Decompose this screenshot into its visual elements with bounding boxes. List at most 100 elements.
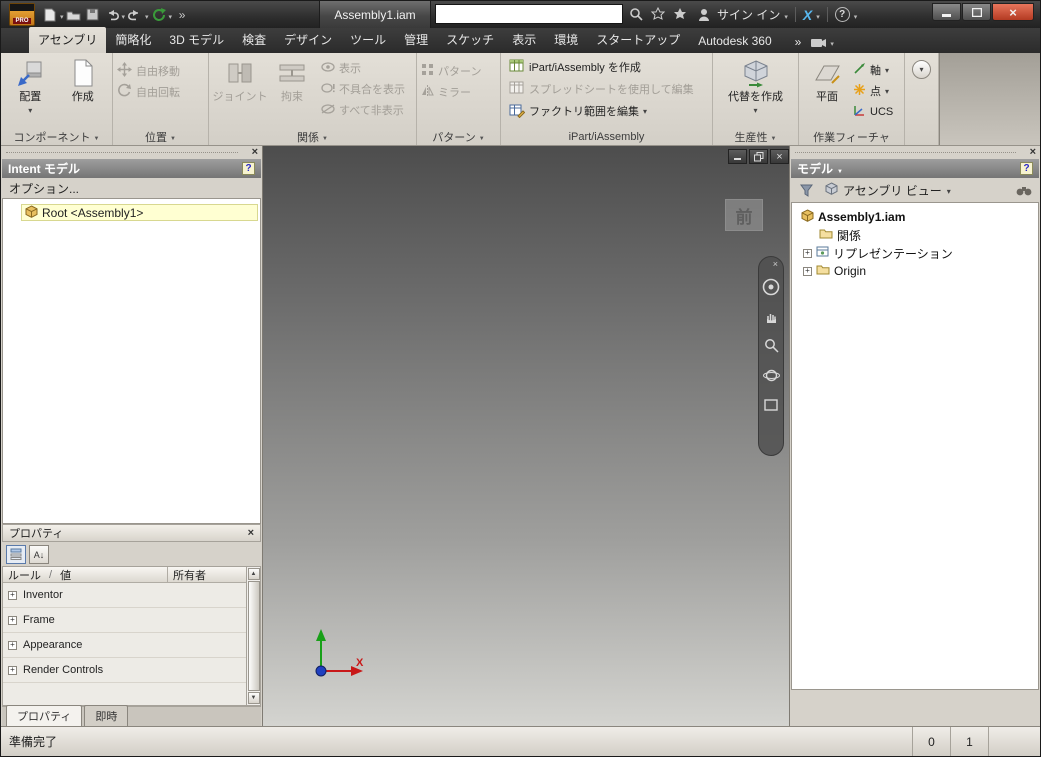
ribbon-minimize-toggle-icon[interactable] [912,60,931,79]
model-header[interactable]: モデル [791,159,1039,178]
help-dropdown-icon[interactable] [854,8,858,22]
joint-button[interactable]: ジョイント [213,56,268,128]
panel-title-productivity[interactable]: 生産性 [713,128,798,145]
mirror-button[interactable]: ミラー [421,82,496,102]
panel-title-work-features[interactable]: 作業フィーチャ [799,128,904,145]
point-button[interactable]: 点 [853,81,900,101]
properties-header[interactable]: プロパティ [2,524,261,542]
scroll-down-icon[interactable] [247,692,260,704]
model-panel-grip[interactable] [790,146,1040,159]
help-icon[interactable] [834,7,850,22]
tab-autodesk-360[interactable]: Autodesk 360 [689,30,780,53]
filter-button[interactable] [795,180,817,200]
navbar-close-icon[interactable] [773,260,778,269]
maximize-button[interactable] [962,3,991,21]
expand-icon[interactable] [8,640,17,650]
pan-hand-icon[interactable] [764,310,778,329]
tab-get-started[interactable]: スタートアップ [587,27,689,53]
open-button[interactable] [65,5,83,25]
constrain-button[interactable]: 拘束 [269,56,315,128]
model-help-icon[interactable] [1020,162,1033,175]
tab-overflow-icon[interactable]: » [795,35,802,49]
panel-title-ipart[interactable]: iPart/iAssembly [501,128,712,145]
plane-button[interactable]: 平面 [803,56,851,128]
panel-title-pattern[interactable]: パターン [417,128,500,145]
intent-close-icon[interactable] [252,147,258,158]
scroll-up-icon[interactable] [247,568,260,580]
pattern-button[interactable]: パターン [421,61,496,81]
view-selector-dropdown[interactable]: アセンブリ ビュー [822,181,1008,200]
tab-properties[interactable]: プロパティ [6,705,83,726]
prop-row-render-controls[interactable]: Render Controls [3,658,246,683]
redo-dropdown-icon[interactable] [145,6,149,24]
model-header-dropdown-icon[interactable] [837,162,843,176]
undo-dropdown-icon[interactable] [122,6,126,24]
expand-icon[interactable] [8,665,17,675]
prop-row-appearance[interactable]: Appearance [3,633,246,658]
look-at-icon[interactable] [764,398,778,416]
doc-minimize-button[interactable] [728,149,747,164]
properties-scrollbar[interactable] [246,566,261,706]
application-menu-button[interactable]: PRO [5,1,39,28]
axis-button[interactable]: 軸 [853,60,900,80]
qat-overflow-icon[interactable] [173,5,191,25]
intent-panel-grip[interactable] [1,146,262,159]
tab-tools[interactable]: ツール [341,27,395,53]
tab-sketch[interactable]: スケッチ [437,27,503,53]
place-button[interactable]: 配置 [5,56,56,128]
zoom-icon[interactable] [764,338,779,358]
search-icon[interactable] [627,5,645,23]
categorized-view-button[interactable] [6,544,26,564]
prop-row-inventor[interactable]: Inventor [3,583,246,608]
tab-3d-model[interactable]: 3D モデル [160,27,233,53]
panel-title-relationships[interactable]: 関係 [209,128,416,145]
tab-assembly[interactable]: アセンブリ [29,27,107,53]
tab-instant[interactable]: 即時 [84,705,129,726]
model-close-icon[interactable] [1030,147,1036,158]
exchange-apps-icon[interactable] [649,5,667,23]
expand-icon[interactable] [8,590,17,600]
scroll-thumb[interactable] [247,581,260,691]
update-button[interactable] [150,5,168,25]
search-input[interactable] [435,4,623,24]
doc-restore-button[interactable] [749,149,768,164]
new-file-button[interactable] [41,5,59,25]
doc-close-button[interactable] [770,149,789,164]
tree-node-assembly[interactable]: Assembly1.iam [795,208,1035,226]
qat-customize-dropdown-icon[interactable] [169,6,173,24]
find-button[interactable] [1013,180,1035,200]
axis-dropdown-icon[interactable] [885,64,889,76]
column-rule-value[interactable]: ルール / 値 [3,567,168,582]
column-owner[interactable]: 所有者 [168,567,246,582]
create-ipart-button[interactable]: iPart/iAssembly を作成 [509,57,708,77]
edit-spreadsheet-button[interactable]: スプレッドシートを使用して編集 [509,79,708,99]
exchange-dropdown-icon[interactable] [816,8,820,22]
panel-title-position[interactable]: 位置 [113,128,208,145]
prop-row-frame[interactable]: Frame [3,608,246,633]
redo-button[interactable] [126,5,144,25]
free-rotate-button[interactable]: 自由回転 [117,82,204,102]
ucs-button[interactable]: UCS [853,102,900,122]
exchange-x-button[interactable]: X [803,7,812,23]
tab-simplify[interactable]: 簡略化 [106,27,160,53]
intent-help-icon[interactable] [242,162,255,175]
show-button[interactable]: 表示 [321,58,412,78]
point-dropdown-icon[interactable] [885,85,889,97]
tab-manage[interactable]: 管理 [395,27,437,53]
create-substitute-button[interactable]: 代替を作成 [728,56,783,128]
sign-in-dropdown-icon[interactable] [784,8,788,22]
substitute-dropdown-icon[interactable] [753,104,757,116]
expand-icon[interactable] [8,615,17,625]
tab-inspect[interactable]: 検査 [233,27,275,53]
create-button[interactable]: 作成 [58,56,109,128]
free-move-button[interactable]: 自由移動 [117,61,204,81]
options-link[interactable]: オプション... [1,178,262,198]
sign-in-button[interactable]: サイン イン [717,6,780,23]
navigation-wheel-icon[interactable] [762,278,780,301]
minimize-button[interactable] [932,3,961,21]
tree-node-origin[interactable]: Origin [795,262,1035,280]
favorites-star-icon[interactable] [671,5,689,23]
show-sick-button[interactable]: 不具合を表示 [321,79,412,99]
undo-button[interactable] [103,5,121,25]
new-file-dropdown-icon[interactable] [60,6,64,24]
